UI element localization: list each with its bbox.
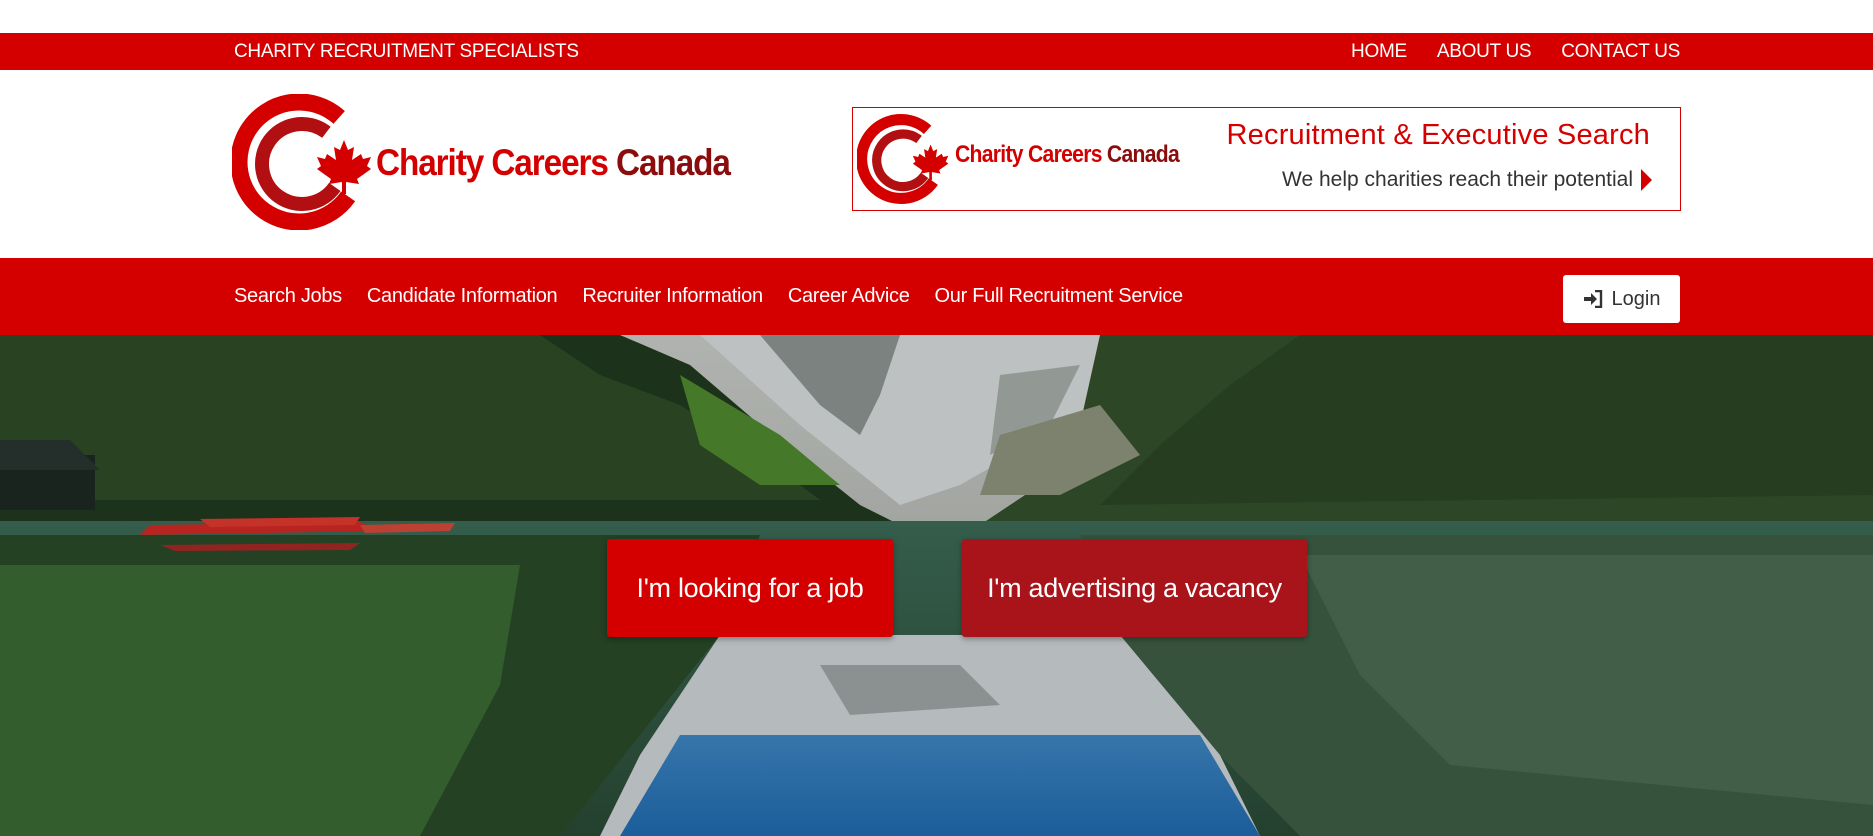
banner-subline: We help charities reach their potential [1282, 168, 1652, 192]
lake-mountain-background [0, 335, 1873, 836]
login-label: Login [1611, 287, 1661, 310]
top-links: HOME ABOUT US CONTACT US [1351, 33, 1680, 70]
login-button[interactable]: Login [1563, 275, 1680, 323]
nav-item-recruiter-information[interactable]: Recruiter Information [582, 258, 763, 335]
site-header: Charity Careers Canada Charity Careers C… [0, 70, 1873, 258]
logo-text-dark: Canada [616, 142, 731, 183]
nav-item-search-jobs[interactable]: Search Jobs [234, 258, 342, 335]
caret-right-icon [1641, 169, 1652, 191]
banner-logo-emblem [857, 113, 949, 205]
top-bar: CHARITY RECRUITMENT SPECIALISTS HOME ABO… [0, 33, 1873, 70]
banner-wordmark: Charity Careers Canada [955, 141, 1180, 169]
sign-in-icon [1583, 290, 1602, 308]
tagline: CHARITY RECRUITMENT SPECIALISTS [234, 41, 579, 62]
nav-items: Search Jobs Candidate Information Recrui… [234, 258, 1183, 335]
maple-leaf-icon [317, 140, 371, 194]
top-link-contact-us[interactable]: CONTACT US [1561, 33, 1680, 70]
banner-subline-text: We help charities reach their potential [1282, 168, 1633, 191]
logo-wordmark: Charity Careers Canada [376, 142, 731, 184]
maple-leaf-icon [912, 144, 949, 181]
nav-item-full-recruitment-service[interactable]: Our Full Recruitment Service [935, 258, 1184, 335]
advertising-vacancy-button[interactable]: I'm advertising a vacancy [962, 539, 1307, 637]
nav-item-candidate-information[interactable]: Candidate Information [367, 258, 558, 335]
nav-item-career-advice[interactable]: Career Advice [788, 258, 910, 335]
recruitment-banner[interactable]: Charity Careers Canada Recruitment & Exe… [852, 107, 1681, 211]
logo-emblem [230, 93, 371, 231]
top-link-about-us[interactable]: ABOUT US [1437, 33, 1532, 70]
main-nav: Search Jobs Candidate Information Recrui… [0, 258, 1873, 335]
logo-text-red: Charity Careers [376, 142, 609, 183]
banner-logo-text-red: Charity Careers [955, 141, 1102, 168]
banner-logo-text-dark: Canada [1106, 141, 1180, 168]
site-logo[interactable]: Charity Careers Canada [230, 93, 731, 231]
looking-for-job-button[interactable]: I'm looking for a job [607, 539, 893, 637]
hero-section: I'm looking for a job I'm advertising a … [0, 335, 1873, 836]
banner-headline: Recruitment & Executive Search [1226, 119, 1650, 151]
top-link-home[interactable]: HOME [1351, 33, 1407, 70]
